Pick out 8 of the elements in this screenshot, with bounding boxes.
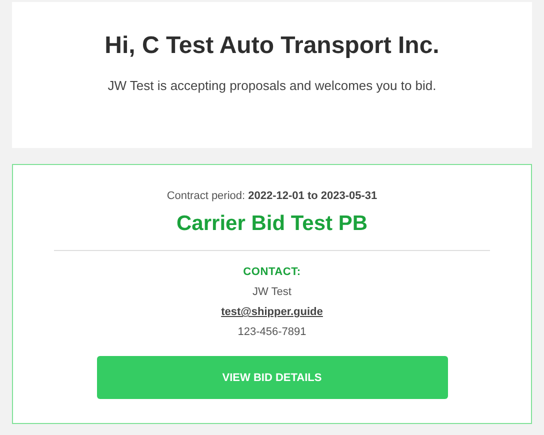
contact-name: JW Test (252, 286, 292, 298)
greeting-message: JW Test is accepting proposals and welcomes you to bid. (106, 78, 438, 94)
contract-period: Contract period: 2022-12-01 to 2023-05-31 (166, 189, 378, 203)
contact-label: CONTACT: (242, 265, 302, 279)
contact-email-link[interactable]: test@shipper.guide (221, 306, 323, 318)
bid-title: Carrier Bid Test PB (176, 211, 368, 237)
contact-phone: 123-456-7891 (238, 326, 306, 338)
greeting-title: Hi, C Test Auto Transport Inc. (104, 31, 440, 61)
